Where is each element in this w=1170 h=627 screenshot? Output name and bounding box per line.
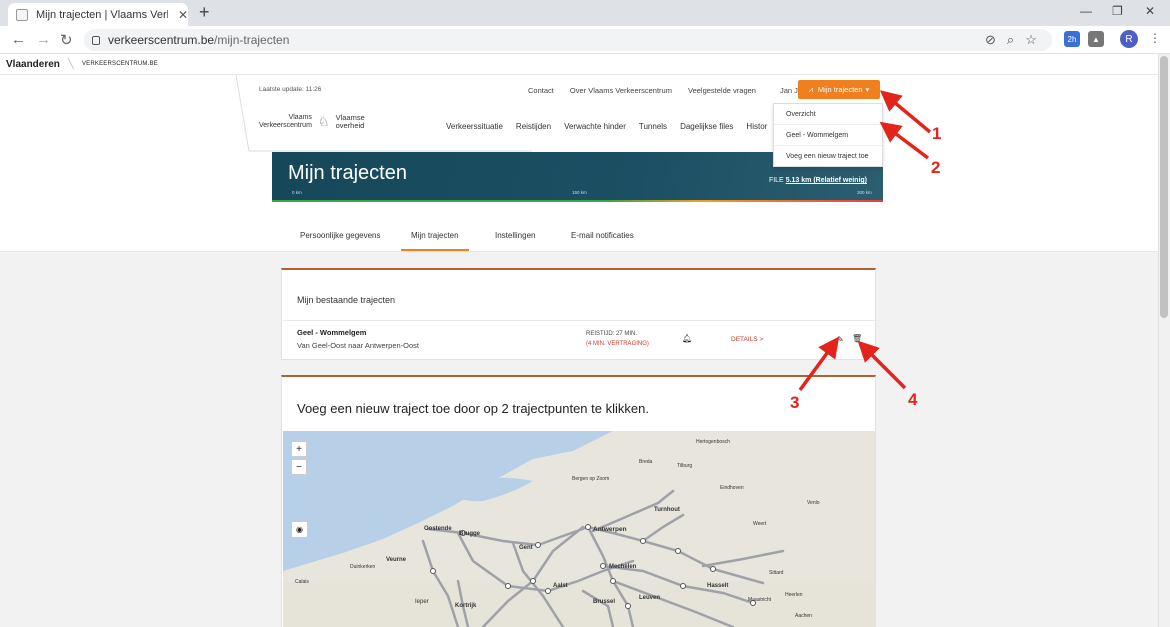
annotation-4: 4 <box>908 390 918 409</box>
annotation-1: 1 <box>932 124 942 143</box>
annotation-2: 2 <box>931 158 941 177</box>
annotation-arrows <box>798 90 932 392</box>
annotation-3: 3 <box>790 393 800 412</box>
